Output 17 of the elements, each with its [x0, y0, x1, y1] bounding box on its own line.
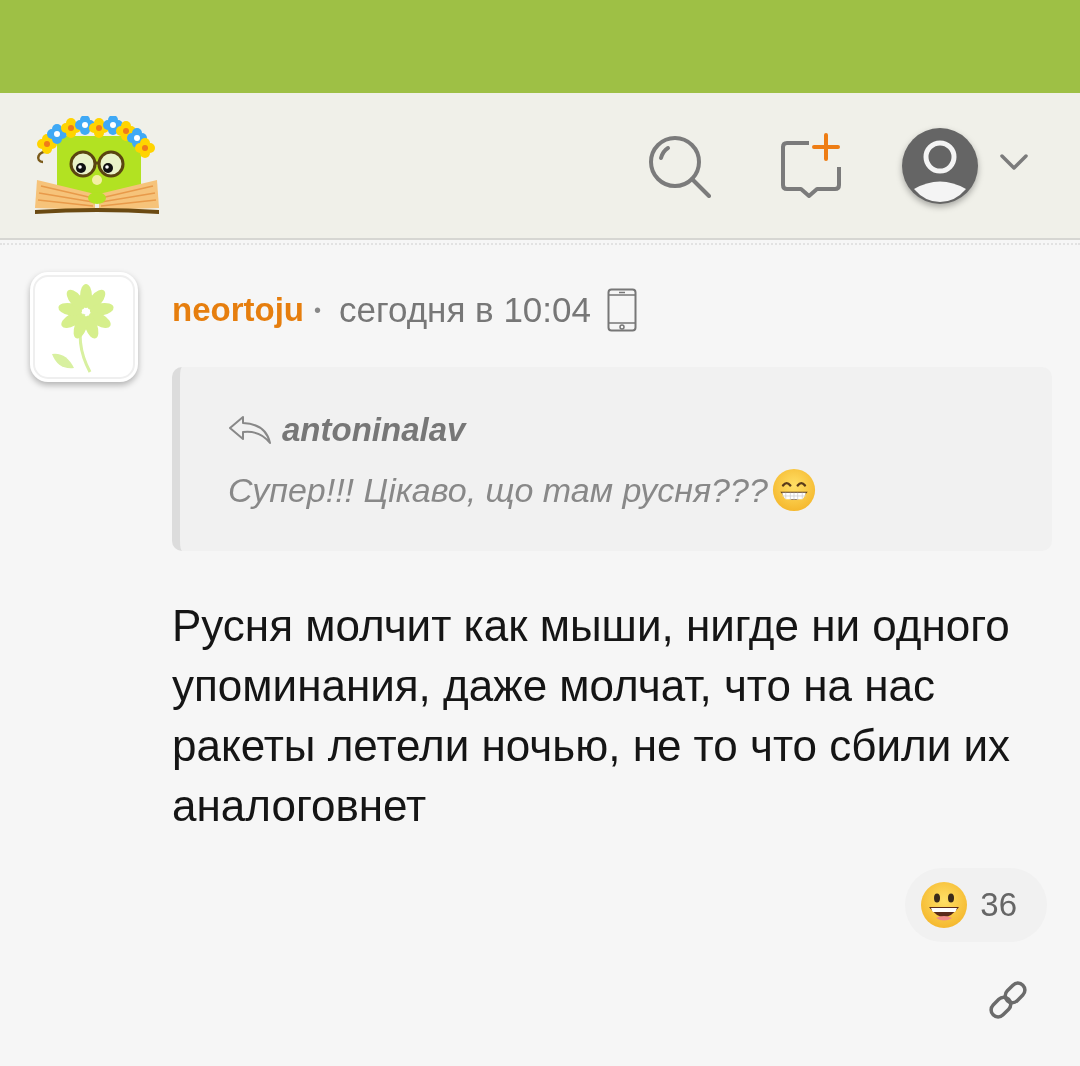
phone-icon	[607, 288, 637, 332]
separator: •	[314, 298, 321, 322]
smiling-emoji-icon	[920, 881, 969, 929]
quoted-author[interactable]: antoninalav	[282, 411, 466, 449]
quoted-text: Супер!!! Цікаво, що там русня???	[228, 470, 768, 510]
new-comment-icon[interactable]	[779, 133, 844, 198]
comment-text: Русня молчит как мыши, нигде ни одного упоминания, даже молчат, что на нас ракеты летели ночью, не то что сбили их аналоговнет	[172, 600, 1012, 832]
grinning-emoji-icon	[771, 468, 816, 512]
search-icon[interactable]	[647, 133, 711, 198]
link-icon[interactable]	[986, 978, 1030, 1022]
bookworm-logo[interactable]	[33, 115, 161, 216]
reaction-button[interactable]: 36	[905, 868, 1047, 942]
timestamp: сегодня в 10:04	[339, 290, 591, 330]
author-name[interactable]: neortoju	[172, 291, 304, 329]
user-avatar-icon[interactable]	[900, 125, 980, 206]
chevron-down-icon[interactable]	[1000, 153, 1028, 170]
reply-arrow-icon	[228, 415, 272, 445]
